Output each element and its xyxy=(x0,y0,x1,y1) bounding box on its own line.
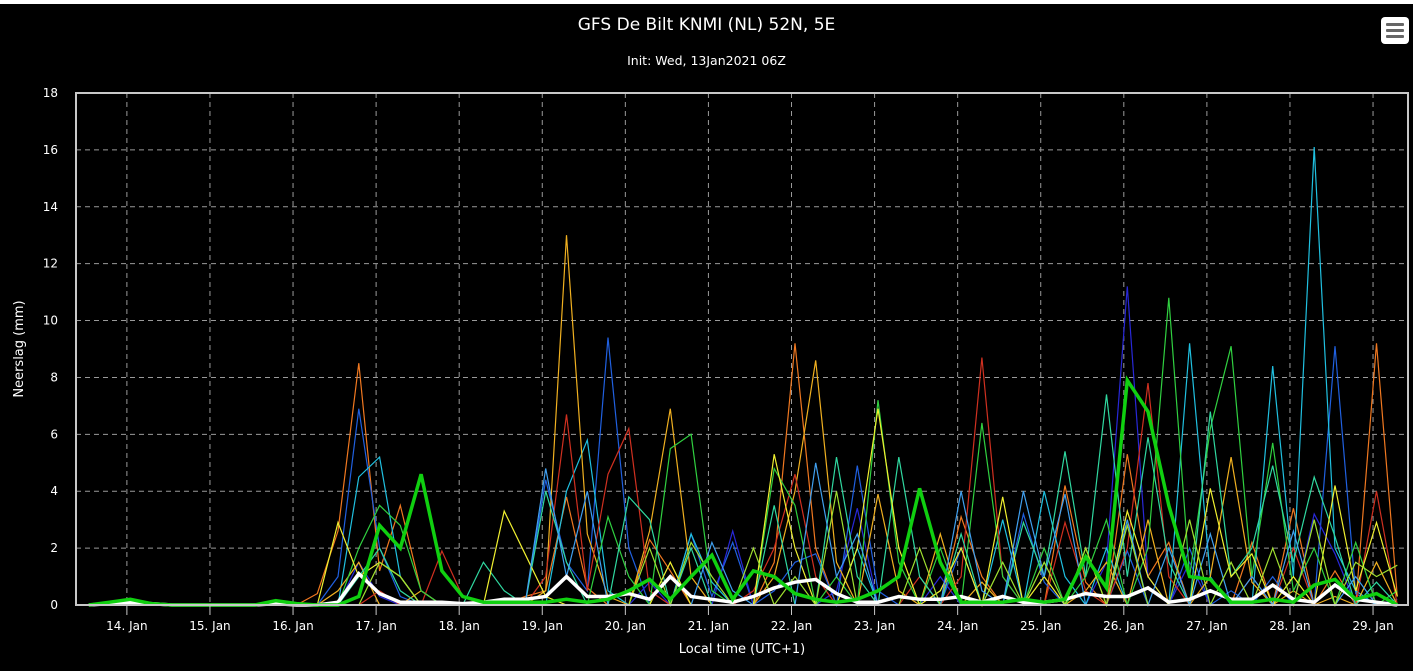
grid xyxy=(76,93,1408,605)
y-tick-label: 14 xyxy=(43,200,58,214)
y-axis-title: Neerslag (mm) xyxy=(12,300,27,397)
series-line-member-gold xyxy=(88,235,1398,607)
y-tick-label: 8 xyxy=(50,370,58,384)
x-tick-label: 25. Jan xyxy=(1020,619,1061,633)
x-tick-label: 17. Jan xyxy=(355,619,396,633)
y-axis: 0 2 4 6 8 10 12 14 16 18 xyxy=(43,86,58,612)
x-axis-title: Local time (UTC+1) xyxy=(679,642,805,657)
x-tick-label: 22. Jan xyxy=(771,619,812,633)
y-tick-label: 2 xyxy=(50,541,58,555)
y-tick-label: 10 xyxy=(43,314,58,328)
x-tick-label: 16. Jan xyxy=(272,619,313,633)
x-tick-label: 24. Jan xyxy=(937,619,978,633)
x-tick-label: 23. Jan xyxy=(854,619,895,633)
plot-frame xyxy=(75,92,1409,606)
series-group xyxy=(88,146,1399,608)
x-tick-label: 21. Jan xyxy=(688,619,729,633)
precipitation-chart: 0 2 4 6 8 10 12 14 16 18 14. Jan 15. Jan 16. Jan 17.… xyxy=(12,86,1409,657)
y-tick-label: 16 xyxy=(43,143,58,157)
x-tick-label: 26. Jan xyxy=(1103,619,1144,633)
y-tick-label: 18 xyxy=(43,86,58,100)
x-axis: 14. Jan 15. Jan 16. Jan 17. Jan 18. Jan 19. J… xyxy=(106,605,1394,633)
x-tick-label: 14. Jan xyxy=(106,619,147,633)
x-tick-label: 28. Jan xyxy=(1269,619,1310,633)
x-tick-label: 29. Jan xyxy=(1352,619,1393,633)
x-tick-label: 19. Jan xyxy=(522,619,563,633)
series-line-member-cyan xyxy=(88,146,1398,607)
series-line-member-darkblue xyxy=(88,286,1398,607)
y-tick-label: 0 xyxy=(50,598,58,612)
series-line-member-green xyxy=(88,297,1398,608)
y-tick-label: 4 xyxy=(50,484,58,498)
x-tick-label: 15. Jan xyxy=(189,619,230,633)
x-tick-label: 18. Jan xyxy=(438,619,479,633)
x-tick-label: 20. Jan xyxy=(605,619,646,633)
x-tick-label: 27. Jan xyxy=(1186,619,1227,633)
y-tick-label: 6 xyxy=(50,427,58,441)
y-tick-label: 12 xyxy=(43,257,58,271)
